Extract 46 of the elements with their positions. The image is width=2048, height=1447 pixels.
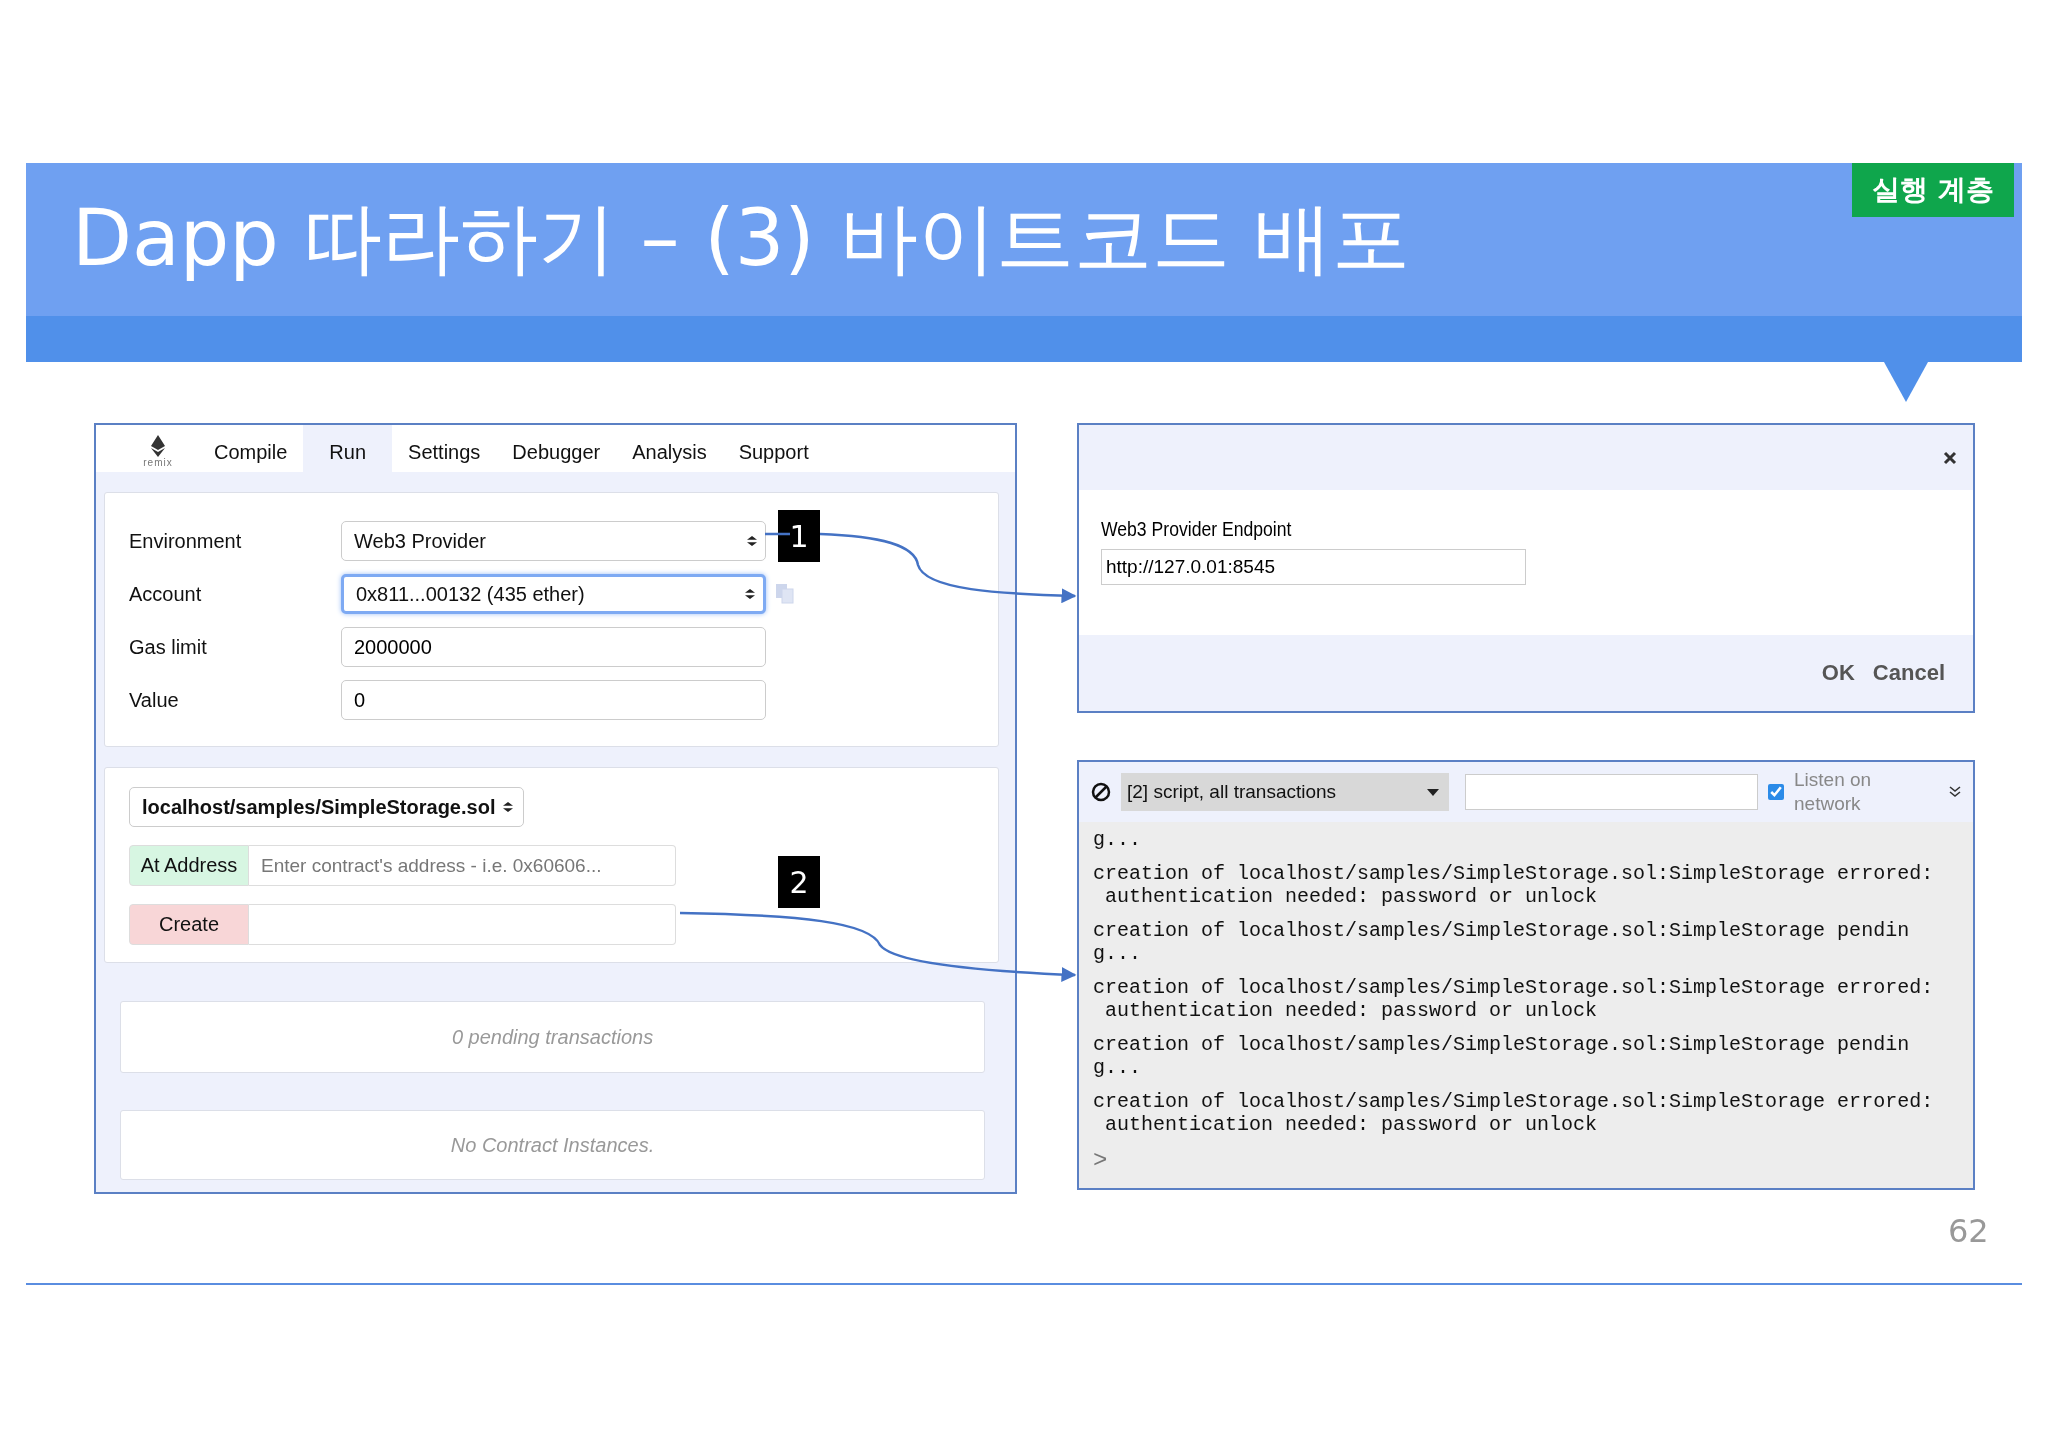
endpoint-label: Web3 Provider Endpoint [1101,518,1293,541]
dialog-button[interactable]: Cancel [1872,660,1945,686]
select-arrows-icon [503,800,514,814]
caret-icon [1427,788,1439,796]
diamond-icon [151,435,165,457]
double-chevron-icon[interactable] [1949,786,1961,798]
log-entry: creation of localhost/samples/SimpleStorage.sol:SimpleStorage errored: authentication needed: password or unlock [1093,976,1935,1022]
field-label: Environment [129,529,243,553]
console-prompt: > [1093,1147,1108,1174]
filter-select[interactable]: [2] script, all transactions [1121,773,1449,811]
field-label: Account [129,582,203,606]
constructor-field[interactable] [249,904,676,945]
search-field[interactable] [1465,774,1758,810]
page-number: 62 [1948,1212,1989,1250]
select-field[interactable]: 0x811...00132 (435 ether) [341,574,766,614]
listen-checkbox[interactable] [1768,784,1784,800]
select-field[interactable]: Web3 Provider [341,521,766,561]
at-address-button[interactable]: At Address [129,845,249,886]
callout-label: 1 [778,510,820,562]
field-label: Value [129,688,180,712]
input-field[interactable]: 2000000 [341,627,766,667]
clear-icon[interactable] [1091,782,1111,802]
create-button[interactable]: Create [129,904,249,945]
address-field[interactable]: Enter contract's address - i.e. 0x60606... [249,845,676,886]
callout-label: 2 [778,856,820,908]
close-icon[interactable] [1943,450,1957,465]
listen-label: Listen on network [1794,768,1873,816]
select-arrows-icon [747,534,757,548]
section-badge: 실행 계층 [1852,163,2014,217]
logo-text: remix [143,457,173,468]
log-entry: creation of localhost/samples/SimpleStorage.sol:SimpleStorage errored: authentication needed: password or unlock [1093,1090,1935,1136]
contract-select[interactable]: localhost/samples/SimpleStorage.sol [129,787,525,827]
log-entry: creation of localhost/samples/SimpleStorage.sol:SimpleStorage errored: authentication needed: password or unlock [1093,862,1935,908]
log-entry: creation of localhost/samples/SimpleStorage.sol:SimpleStorage pendin g... [1093,1033,1911,1079]
pending-text: 0 pending transactions [451,1025,654,1049]
slide-title: Dapp 따라하기 – (3) 바이트코드 배포 [72,192,1411,285]
select-arrows-icon [745,587,755,601]
log-entry: g... [1093,828,1142,851]
dialog-button[interactable]: OK [1821,660,1855,686]
log-entry: creation of localhost/samples/SimpleStorage.sol:SimpleStorage pendin g... [1093,919,1911,965]
field-label: Gas limit [129,635,208,659]
instances-text: No Contract Instances. [450,1133,655,1157]
pointer-triangle [1884,362,1928,402]
endpoint-field[interactable]: http://127.0.01:8545 [1101,549,1526,585]
tab[interactable]: Run [303,425,393,472]
input-field[interactable]: 0 [341,680,766,720]
